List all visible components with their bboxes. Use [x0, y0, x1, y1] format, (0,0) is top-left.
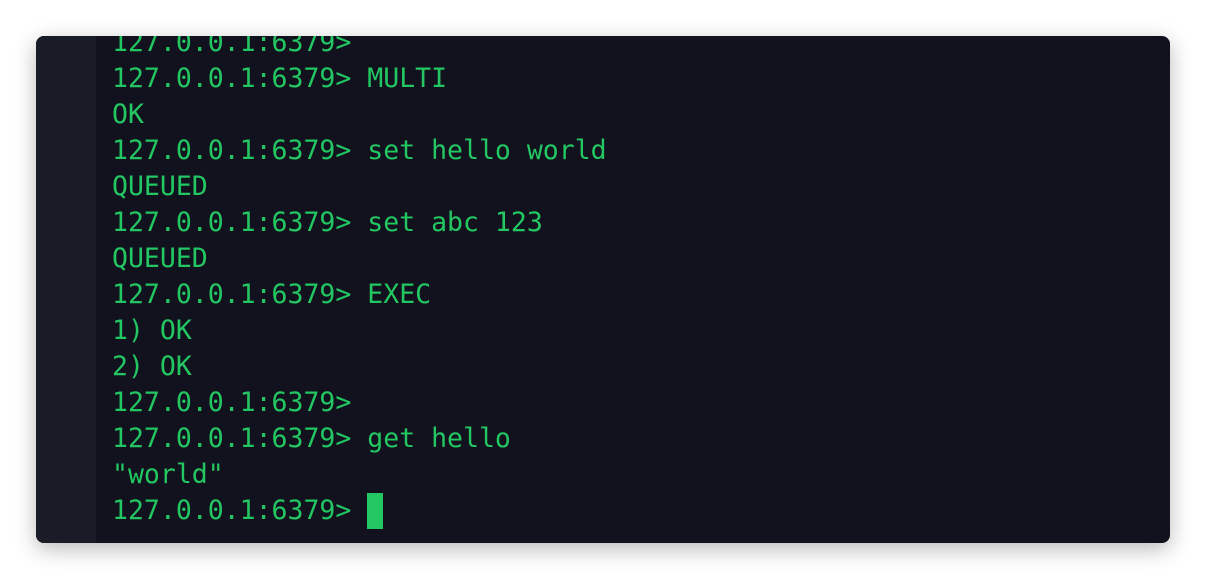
- prompt: 127.0.0.1:6379>: [112, 387, 352, 418]
- terminal-input-line[interactable]: 127.0.0.1:6379>: [112, 493, 1160, 529]
- prompt: 127.0.0.1:6379>: [112, 63, 352, 94]
- command: MULTI: [351, 63, 448, 94]
- command: EXEC: [351, 279, 432, 310]
- terminal-line: QUEUED: [112, 169, 1160, 205]
- terminal-line: 127.0.0.1:6379> MULTI: [112, 61, 1160, 97]
- prompt: 127.0.0.1:6379>: [112, 423, 352, 454]
- terminal-line: 1) OK: [112, 313, 1160, 349]
- output: QUEUED: [112, 171, 208, 202]
- output: 1) OK: [112, 315, 192, 346]
- command: set abc 123: [351, 207, 543, 238]
- terminal-line: 127.0.0.1:6379> set abc 123: [112, 205, 1160, 241]
- cursor: [367, 493, 384, 529]
- terminal-line: 127.0.0.1:6379> EXEC: [112, 277, 1160, 313]
- prompt: 127.0.0.1:6379>: [112, 279, 352, 310]
- terminal-gutter: [36, 36, 96, 543]
- terminal-line: 2) OK: [112, 349, 1160, 385]
- terminal-line: 127.0.0.1:6379>: [112, 385, 1160, 421]
- terminal-line: 127.0.0.1:6379>: [112, 36, 1160, 61]
- output: 2) OK: [112, 351, 192, 382]
- prompt: 127.0.0.1:6379>: [112, 495, 352, 526]
- terminal-line: OK: [112, 97, 1160, 133]
- prompt: 127.0.0.1:6379>: [112, 36, 352, 58]
- output: QUEUED: [112, 243, 208, 274]
- terminal-line: "world": [112, 457, 1160, 493]
- terminal-line: QUEUED: [112, 241, 1160, 277]
- command: get hello: [351, 423, 511, 454]
- command-input[interactable]: [351, 495, 367, 526]
- prompt: 127.0.0.1:6379>: [112, 135, 352, 166]
- output: "world": [112, 459, 224, 490]
- output: OK: [112, 99, 144, 130]
- prompt: 127.0.0.1:6379>: [112, 207, 352, 238]
- terminal-line: 127.0.0.1:6379> set hello world: [112, 133, 1160, 169]
- command: set hello world: [351, 135, 607, 166]
- terminal-window[interactable]: 127.0.0.1:6379> 127.0.0.1:6379> MULTI OK…: [36, 36, 1170, 543]
- terminal-line: 127.0.0.1:6379> get hello: [112, 421, 1160, 457]
- terminal-output[interactable]: 127.0.0.1:6379> 127.0.0.1:6379> MULTI OK…: [112, 36, 1160, 529]
